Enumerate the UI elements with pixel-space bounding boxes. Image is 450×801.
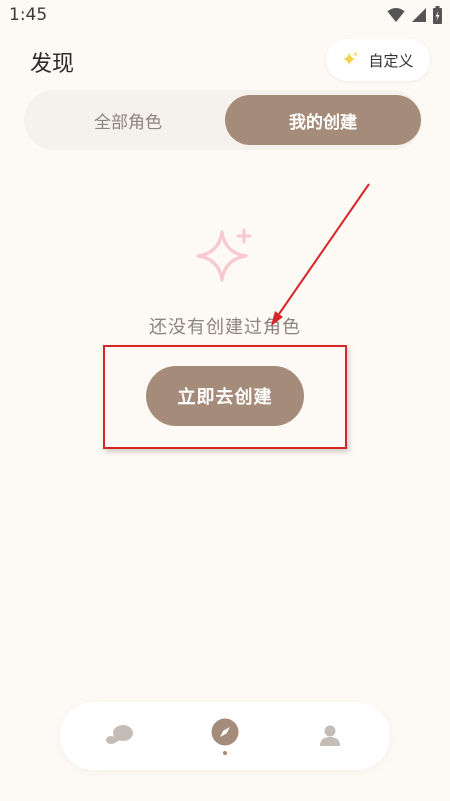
sparkle-icon [343, 51, 359, 66]
tab-all-characters[interactable]: 全部角色 [30, 95, 226, 145]
status-icons [387, 6, 442, 24]
active-indicator-dot [223, 750, 227, 755]
status-time: 1:45 [9, 5, 48, 25]
status-bar: 1:45 [0, 0, 450, 32]
bottom-nav [60, 702, 390, 770]
header: 发现 自定义 [0, 36, 450, 86]
tab-my-creations[interactable]: 我的创建 [225, 95, 421, 145]
page-title: 发现 [30, 52, 75, 77]
nav-item-chat[interactable] [90, 702, 150, 770]
sparkle-icon [196, 228, 252, 282]
nav-item-discover[interactable] [195, 702, 255, 770]
create-now-button[interactable]: 立即去创建 [146, 366, 304, 426]
customize-button[interactable]: 自定义 [326, 39, 430, 81]
signal-icon [412, 8, 426, 22]
empty-state-message: 还没有创建过角色 [149, 317, 301, 338]
compass-icon [211, 718, 239, 745]
wifi-icon [387, 7, 405, 22]
user-icon [320, 725, 340, 746]
tab-switcher: 全部角色 我的创建 [24, 90, 422, 150]
battery-icon [433, 6, 442, 24]
customize-button-label: 自定义 [368, 51, 414, 70]
nav-item-profile[interactable] [300, 702, 360, 770]
chat-icon [106, 725, 133, 744]
